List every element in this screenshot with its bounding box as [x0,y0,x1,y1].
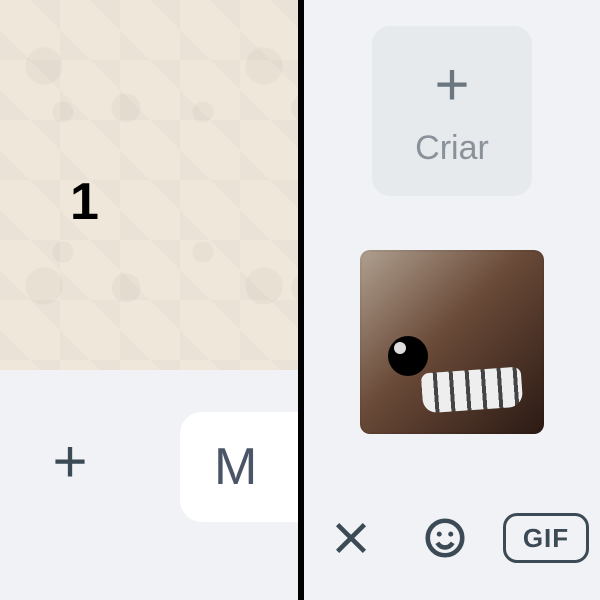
sticker-panel: + Criar GIF [304,0,600,600]
emoji-icon [422,515,468,561]
gif-tab[interactable]: GIF [503,513,589,563]
emoji-tab[interactable] [409,502,481,574]
picker-tab-bar: GIF [304,488,600,600]
panel-number-overlay: 1 [70,172,99,232]
chat-wallpaper [0,0,300,370]
message-placeholder-fragment: M [214,437,257,497]
sticker-art [388,336,428,376]
gif-label: GIF [523,523,569,554]
plus-icon: + [52,432,87,492]
close-button[interactable] [315,502,387,574]
sticker-thumbnail[interactable] [360,250,544,434]
plus-icon: + [434,55,469,115]
close-icon [328,515,374,561]
input-bar: + M [0,370,300,600]
attach-button[interactable]: + [38,430,102,494]
create-sticker-button[interactable]: + Criar [372,26,532,196]
screenshot-root: 1 + M + Criar [0,0,600,600]
left-panel: 1 + M [0,0,300,600]
sticker-art [421,367,524,414]
create-sticker-label: Criar [415,129,489,168]
